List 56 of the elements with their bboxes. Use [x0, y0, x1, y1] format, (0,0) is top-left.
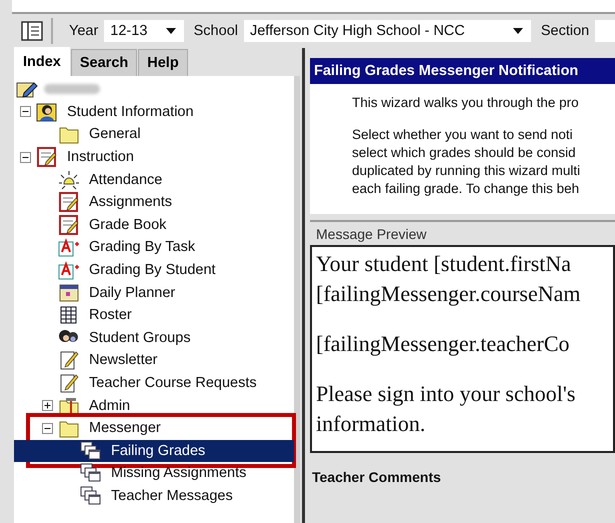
tree-item[interactable]: Grading By Student — [86, 261, 219, 280]
grade-icon — [58, 237, 80, 258]
tree-item[interactable]: Assignments — [86, 193, 176, 212]
windows-icon — [80, 463, 102, 484]
redacted-name — [44, 84, 100, 94]
notebook-icon — [58, 214, 80, 235]
field-label: Year — [68, 23, 98, 39]
notebook-icon — [36, 147, 58, 168]
tree-item[interactable]: Instruction — [64, 148, 137, 166]
tree-item[interactable]: Teacher Messages — [108, 486, 236, 505]
tree-item[interactable]: Teacher Course Requests — [86, 374, 260, 392]
intro-paragraph: Select whether you want to send noti select which grades should be consid duplicated by running this wizard multi each failing grade. To change this beh — [352, 126, 582, 198]
notebook-icon — [58, 192, 80, 212]
note-icon — [58, 373, 80, 394]
field-label: School — [194, 23, 238, 39]
tree-item[interactable]: Messenger — [86, 419, 164, 438]
tree-item[interactable]: Grading By Task — [86, 238, 198, 256]
calendar-icon — [58, 282, 80, 303]
tab[interactable]: Help — [138, 49, 188, 76]
collapse-icon[interactable] — [42, 422, 53, 434]
collapse-icon[interactable] — [20, 106, 31, 118]
tree-item[interactable]: Student Information — [64, 102, 197, 121]
tree-item[interactable]: Grade Book — [86, 216, 170, 234]
dropdown-field[interactable] — [595, 20, 615, 42]
caret-icon — [166, 28, 176, 34]
tree-item[interactable]: Missing Assignments — [108, 464, 250, 482]
collapse-icon[interactable] — [20, 152, 31, 163]
tree-item[interactable]: Attendance — [86, 170, 166, 189]
tab[interactable]: Search — [70, 49, 138, 76]
tree-item[interactable]: Newsletter — [86, 351, 160, 370]
tools-folder-icon — [58, 396, 80, 416]
light-icon — [58, 170, 80, 190]
field-label: Section — [540, 23, 590, 39]
intro-paragraph: This wizard walks you through the pro — [352, 94, 580, 112]
grade-icon — [58, 260, 80, 280]
windows-icon — [80, 486, 102, 506]
section-label: Message Preview — [315, 225, 428, 244]
windows-icon — [80, 440, 102, 461]
section-label: Teacher Comments — [311, 469, 442, 485]
tree-item[interactable]: Daily Planner — [86, 284, 178, 302]
panel-title: Failing Grades Messenger Notification — [310, 58, 615, 84]
message-paragraph: [failingMessenger.teacherCo — [316, 330, 571, 358]
dropdown-field[interactable]: 12-13 — [104, 20, 184, 42]
tree-item[interactable]: General — [86, 125, 144, 144]
dropdown-field[interactable]: Jefferson City High School - NCC — [244, 20, 531, 42]
message-paragraph: Your student [student.firstNa [failingMessenger.courseNam — [316, 250, 582, 308]
tree-item[interactable]: Student Groups — [86, 328, 194, 347]
caret-icon — [512, 28, 523, 34]
tree-item[interactable]: Admin — [86, 396, 134, 415]
layout-icon — [20, 21, 43, 41]
tree-item[interactable]: Roster — [86, 306, 135, 324]
message-paragraph: Please sign into your school's information. — [316, 380, 576, 438]
note-icon — [58, 350, 80, 370]
expand-icon[interactable] — [42, 400, 53, 412]
person-icon — [36, 102, 58, 122]
tab[interactable]: Index — [14, 47, 70, 76]
